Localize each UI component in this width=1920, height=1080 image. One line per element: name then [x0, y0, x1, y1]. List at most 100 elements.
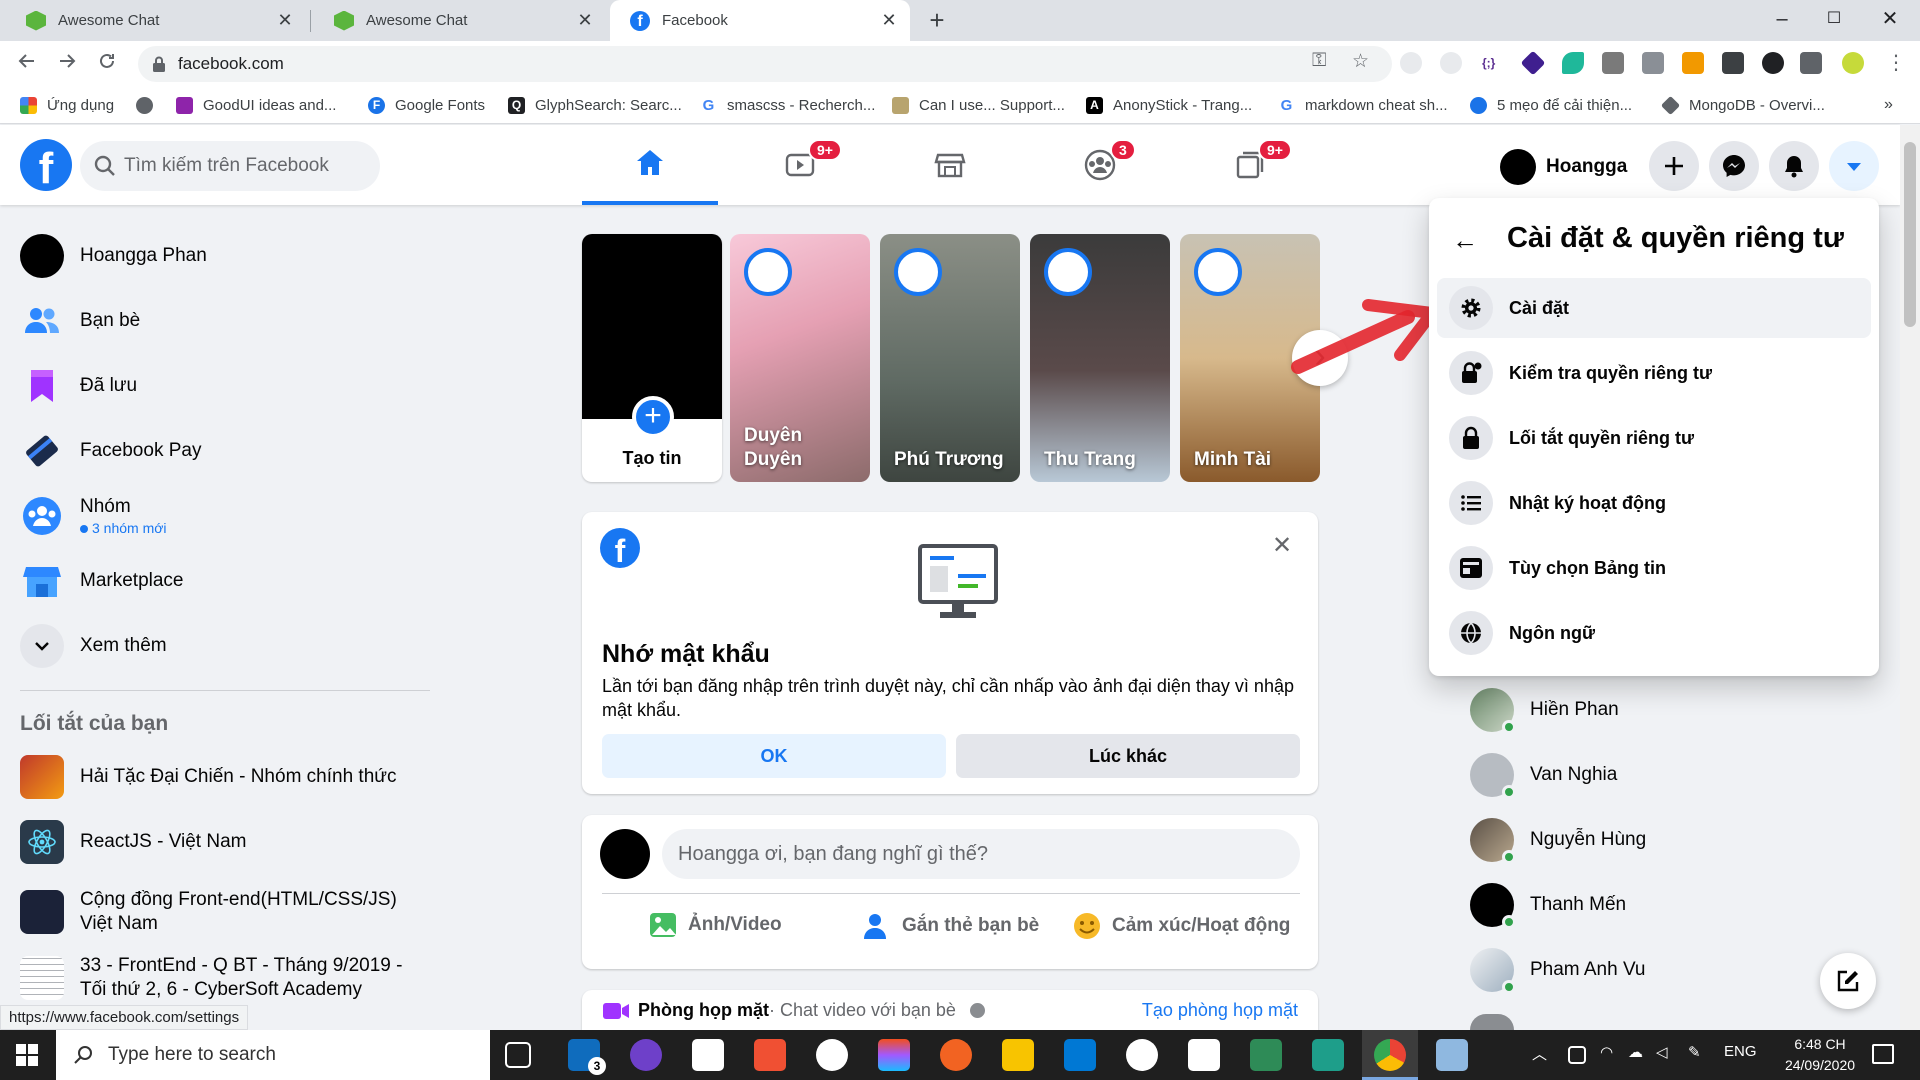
bookmark-item[interactable]: Gmarkdown cheat sh... [1278, 94, 1448, 116]
app-icon[interactable] [754, 1039, 786, 1071]
photo-video-button[interactable]: Ảnh/Video [648, 911, 782, 939]
close-window-button[interactable]: ✕ [1862, 0, 1918, 41]
story-card[interactable]: Thu Trang [1030, 234, 1170, 482]
key-icon[interactable]: ⚿ [1312, 50, 1326, 72]
extension-icon[interactable] [1400, 52, 1422, 74]
extension-icon[interactable] [1722, 52, 1744, 74]
json-extension-icon[interactable]: {;} [1482, 52, 1504, 74]
sidebar-item-friends[interactable]: Bạn bè [20, 299, 140, 343]
notion-icon[interactable] [692, 1039, 724, 1071]
star-icon[interactable]: ☆ [1352, 50, 1369, 73]
minimize-button[interactable]: – [1754, 0, 1810, 41]
bookmark-item[interactable]: A AnonyStick - Trang... [1086, 94, 1252, 116]
later-button[interactable]: Lúc khác [956, 734, 1300, 778]
nav-tab-marketplace[interactable] [882, 125, 1018, 205]
shortcut-item[interactable]: 33 - FrontEnd - Q BT - Tháng 9/2019 - Tố… [20, 954, 402, 1002]
tag-friends-button[interactable]: Gắn thẻ bạn bè [862, 911, 1039, 941]
bookmark-item[interactable]: 5 mẹo để cải thiện... [1470, 94, 1632, 116]
sidebar-item-groups[interactable]: Nhóm 3 nhóm mới [20, 494, 167, 538]
github-icon[interactable] [630, 1039, 662, 1071]
extension-icon[interactable] [1602, 52, 1624, 74]
bookmark-item[interactable] [136, 94, 163, 116]
notifications-button[interactable] [1769, 141, 1819, 191]
notification-center-icon[interactable] [1872, 1044, 1894, 1064]
bookmark-item[interactable]: MongoDB - Overvi... [1660, 94, 1825, 116]
sidebar-item-profile[interactable]: Hoangga Phan [20, 234, 207, 278]
feeling-activity-button[interactable]: Cảm xúc/Hoạt động [1072, 911, 1290, 941]
close-button[interactable]: ✕ [1264, 528, 1300, 564]
forward-button[interactable] [52, 49, 82, 79]
dropdown-item-settings[interactable]: Cài đặt [1437, 278, 1871, 338]
start-button[interactable] [16, 1044, 38, 1071]
browser-tab[interactable]: Awesome Chat ✕ [6, 0, 306, 41]
info-icon[interactable] [969, 1003, 985, 1018]
app-icon[interactable] [1126, 1039, 1158, 1071]
sidebar-item-marketplace[interactable]: Marketplace [20, 559, 184, 603]
bookmark-item[interactable]: Gsmascss - Recherch... [700, 94, 875, 116]
task-view-icon[interactable] [505, 1042, 531, 1068]
speaker-icon[interactable]: ◁ [1656, 1043, 1668, 1061]
dropdown-item-activity-log[interactable]: Nhật ký hoạt động [1437, 473, 1871, 533]
network-icon[interactable] [1568, 1046, 1586, 1064]
clock[interactable]: 6:48 CH 24/09/2020 [1770, 1034, 1870, 1076]
account-menu-button[interactable] [1829, 141, 1879, 191]
taskbar-search-input[interactable]: Type here to search [56, 1030, 490, 1080]
dropdown-item-privacy-shortcuts[interactable]: Lối tắt quyền riêng tư [1437, 408, 1871, 468]
scrollbar-thumb[interactable] [1904, 142, 1916, 327]
bookmark-item[interactable]: Ứng dụng [20, 94, 114, 116]
new-tab-button[interactable]: + [922, 4, 952, 36]
bookmarks-overflow[interactable]: » [1884, 94, 1893, 116]
close-tab-icon[interactable]: ✕ [272, 10, 298, 31]
story-card[interactable]: Phú Trương [880, 234, 1020, 482]
messenger-button[interactable] [1709, 141, 1759, 191]
contact-item[interactable]: Nguyễn Hùng [1470, 818, 1646, 864]
contact-item[interactable]: Van Nghia [1470, 753, 1617, 799]
address-bar[interactable]: facebook.com [138, 46, 1392, 82]
postman-icon[interactable] [940, 1039, 972, 1071]
contact-item[interactable]: Hiền Phan [1470, 688, 1619, 734]
composer-input[interactable]: Hoangga ơi, bạn đang nghĩ gì thế? [662, 829, 1300, 879]
taskbar-chrome-active[interactable] [1362, 1030, 1418, 1080]
bookmark-item[interactable]: Q GlyphSearch: Searc... [508, 94, 682, 116]
pen-icon[interactable]: ✎ [1688, 1043, 1701, 1061]
wifi-icon[interactable]: ◠ [1600, 1043, 1613, 1061]
nav-tab-home[interactable] [582, 125, 718, 205]
story-card[interactable]: Duyên Duyên [730, 234, 870, 482]
nav-tab-watch[interactable]: 9+ [732, 125, 868, 205]
bookmark-item[interactable]: Can I use... Support... [892, 94, 1065, 116]
profile-chip[interactable]: Hoangga [1500, 149, 1627, 185]
shortcut-item[interactable]: Hải Tặc Đại Chiến - Nhóm chính thức [20, 755, 397, 799]
bookmark-item[interactable]: F Google Fonts [368, 94, 485, 116]
dropdown-item-language[interactable]: Ngôn ngữ [1437, 603, 1871, 663]
shortcut-item[interactable]: ReactJS - Việt Nam [20, 820, 246, 864]
browser-tab-active[interactable]: f Facebook ✕ [610, 0, 910, 41]
puzzle-icon[interactable] [1800, 52, 1822, 74]
extension-icon[interactable] [1440, 52, 1462, 74]
maximize-button[interactable]: ☐ [1806, 0, 1862, 41]
mongodb-icon[interactable] [1188, 1039, 1220, 1071]
folder-icon[interactable] [1002, 1039, 1034, 1071]
close-tab-icon[interactable]: ✕ [572, 10, 598, 31]
shortcut-item[interactable]: Cộng đồng Front-end(HTML/CSS/JS) Việt Na… [20, 888, 397, 936]
extension-icon[interactable] [1562, 52, 1584, 74]
facebook-search-input[interactable]: Tìm kiếm trên Facebook [80, 141, 380, 191]
dropdown-item-news-feed-preferences[interactable]: Tùy chọn Bảng tin [1437, 538, 1871, 598]
ok-button[interactable]: OK [602, 734, 946, 778]
nav-tab-gaming[interactable]: 9+ [1182, 125, 1318, 205]
contact-item[interactable]: Thanh Mến [1470, 883, 1626, 929]
chevron-up-icon[interactable]: ︿ [1532, 1043, 1547, 1064]
bookmark-item[interactable]: GoodUI ideas and... [176, 94, 336, 116]
mail-icon[interactable]: 3 [568, 1039, 606, 1075]
app-icon[interactable] [1250, 1039, 1282, 1071]
create-story-card[interactable]: + Tạo tin [582, 234, 722, 482]
close-tab-icon[interactable]: ✕ [876, 10, 902, 31]
app-icon[interactable] [816, 1039, 848, 1071]
facebook-logo[interactable]: f [20, 139, 72, 191]
menu-kebab-icon[interactable]: ⋮ [1886, 50, 1906, 75]
back-arrow-button[interactable]: ← [1445, 220, 1485, 260]
back-button[interactable] [12, 49, 42, 79]
sidebar-item-facebook-pay[interactable]: Facebook Pay [20, 429, 201, 473]
camera-icon[interactable] [1642, 52, 1664, 74]
cloud-icon[interactable]: ☁ [1628, 1043, 1643, 1061]
app-icon[interactable] [1436, 1039, 1468, 1071]
